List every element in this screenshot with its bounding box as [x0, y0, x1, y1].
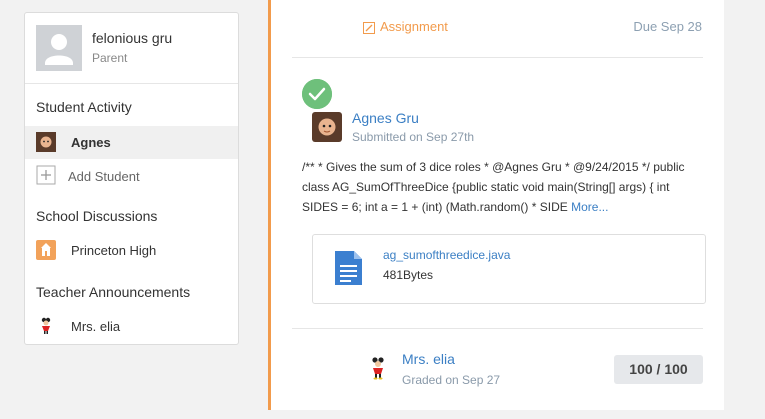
attachment-card[interactable]: ag_sumofthreedice.java 481Bytes	[312, 234, 706, 304]
submitter-name-link[interactable]: Agnes Gru	[352, 110, 419, 126]
student-avatar-icon	[36, 132, 56, 152]
user-placeholder-icon	[36, 25, 82, 71]
teacher-avatar-icon	[36, 316, 56, 336]
pencil-icon	[363, 21, 375, 34]
divider	[292, 328, 703, 329]
avatar	[36, 25, 82, 71]
sidebar-item-label: Princeton High	[71, 243, 157, 258]
graded-date: Graded on Sep 27	[402, 373, 501, 387]
sidebar-item-mrs-elia[interactable]: Mrs. elia	[25, 310, 238, 343]
assignment-type-label[interactable]: Assignment	[380, 19, 448, 34]
sidebar: felonious gru Parent Student Activity Ag…	[24, 12, 239, 345]
plus-icon	[36, 165, 56, 185]
submission-text: /** * Gives the sum of 3 dice roles * @A…	[302, 160, 685, 214]
profile-name: felonious gru	[92, 30, 173, 46]
school-discussions-heading: School Discussions	[36, 208, 158, 224]
document-icon	[335, 251, 362, 285]
profile-header[interactable]: felonious gru Parent	[25, 13, 238, 84]
sidebar-item-label: Mrs. elia	[71, 319, 121, 334]
activity-feed-card: Assignment Due Sep 28 Agnes Gru Submitte…	[268, 0, 724, 410]
student-avatar[interactable]	[312, 112, 342, 142]
school-building-icon	[36, 240, 56, 260]
sidebar-item-princeton-high[interactable]: Princeton High	[25, 233, 238, 266]
add-student-button[interactable]: Add Student	[25, 159, 238, 192]
divider	[292, 57, 703, 58]
grade-score-badge: 100 / 100	[614, 355, 703, 384]
due-date: Due Sep 28	[633, 19, 702, 34]
teacher-announcements-heading: Teacher Announcements	[36, 284, 191, 300]
attachment-file-name[interactable]: ag_sumofthreedice.java	[383, 248, 510, 262]
add-student-label: Add Student	[68, 169, 140, 184]
teacher-avatar-icon	[369, 356, 387, 380]
profile-role: Parent	[92, 51, 128, 65]
attachment-file-size: 481Bytes	[383, 268, 434, 282]
more-link[interactable]: More...	[571, 200, 608, 214]
sidebar-item-label: Agnes	[71, 135, 111, 150]
student-activity-heading: Student Activity	[36, 99, 132, 115]
submission-body: /** * Gives the sum of 3 dice roles * @A…	[302, 157, 707, 217]
sidebar-item-agnes[interactable]: Agnes	[25, 126, 238, 159]
submission-date: Submitted on Sep 27th	[352, 130, 475, 144]
checkmark-icon	[302, 79, 332, 109]
grader-name-link[interactable]: Mrs. elia	[402, 351, 455, 367]
